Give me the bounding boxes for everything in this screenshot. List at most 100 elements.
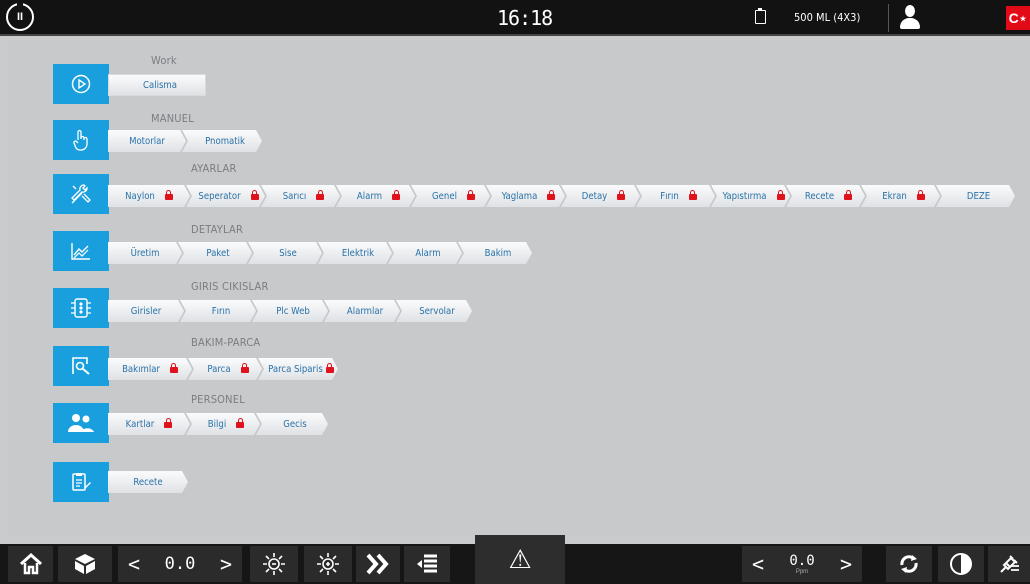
item-label: Fırın — [660, 190, 679, 202]
ayarlar-items: Naylon Seperator Sarıcı Alarm Genel Yagl… — [108, 185, 1011, 207]
item-plc-web[interactable]: Plc Web — [252, 300, 328, 322]
lock-icon — [777, 194, 785, 200]
item-yaglama[interactable]: Yaglama — [486, 185, 565, 207]
top-bar: II 16:18 500 ML (4X3) C⋆ — [0, 0, 1030, 36]
light-increase-icon[interactable] — [304, 546, 352, 582]
item-naylon[interactable]: Naylon — [108, 185, 190, 207]
contrast-icon[interactable] — [938, 546, 984, 582]
item-label: Plc Web — [276, 305, 310, 317]
hand-pointer-icon[interactable] — [53, 120, 109, 160]
item-label: Yapıstırma — [722, 190, 767, 202]
item-uretim[interactable]: Üretim — [108, 242, 182, 264]
section-title-manuel: MANUEL — [151, 112, 194, 125]
item-genel[interactable]: Genel — [411, 185, 490, 207]
item-paket[interactable]: Paket — [178, 242, 252, 264]
item-label: Alarm — [415, 247, 441, 259]
light-decrease-icon[interactable] — [250, 546, 298, 582]
item-motorlar[interactable]: Motorlar — [108, 130, 186, 152]
item-label: DEZE — [966, 190, 991, 202]
speed-control-right: < 0.0 Ppm > — [742, 546, 862, 582]
item-recete-main[interactable]: Recete — [108, 471, 188, 493]
item-label: Fırın — [211, 305, 231, 317]
magnify-doc-icon[interactable] — [53, 346, 109, 386]
item-bakimlar[interactable]: Bakımlar — [108, 358, 192, 380]
speed-value-left: 0.0 — [164, 554, 196, 574]
item-label: Sise — [279, 247, 297, 259]
item-firin-io[interactable]: Fırın — [180, 300, 256, 322]
item-alarm[interactable]: Alarm — [336, 185, 415, 207]
restart-icon[interactable]: II — [6, 0, 34, 31]
item-deze[interactable]: DEZE — [936, 185, 1015, 207]
menu-collapse-icon[interactable] — [404, 546, 450, 582]
section-title-personel: PERSONEL — [191, 393, 245, 406]
detaylar-items: Üretim Paket Sise Elektrik Alarm Bakim — [108, 242, 528, 264]
item-gecis[interactable]: Gecis — [256, 413, 328, 435]
divider — [888, 4, 889, 32]
item-label: Ekran — [882, 190, 907, 202]
recipe-icon[interactable] — [53, 462, 109, 502]
item-label: Bakımlar — [122, 363, 160, 375]
manuel-items: Motorlar Pnomatik — [108, 130, 258, 152]
item-label: Motorlar — [129, 135, 165, 147]
alarm-warning-icon[interactable]: ⚠ — [475, 535, 565, 584]
item-label: Seperator — [198, 190, 241, 202]
lock-icon — [164, 422, 172, 428]
item-bakim[interactable]: Bakim — [458, 242, 532, 264]
item-servolar[interactable]: Servolar — [396, 300, 472, 322]
lock-icon — [844, 194, 852, 200]
fast-forward-icon[interactable] — [356, 546, 400, 582]
item-alarm-detail[interactable]: Alarm — [388, 242, 462, 264]
item-seperator[interactable]: Seperator — [186, 185, 265, 207]
speed-value-right: 0.0 — [789, 553, 815, 569]
item-label: Girisler — [130, 305, 162, 317]
item-pnomatik[interactable]: Pnomatik — [182, 130, 262, 152]
item-firin[interactable]: Fırın — [636, 185, 715, 207]
play-icon[interactable] — [53, 64, 109, 104]
item-label: Pnomatik — [205, 135, 245, 147]
product-info: 500 ML (4X3) — [794, 11, 861, 24]
item-sise[interactable]: Sise — [248, 242, 322, 264]
section-title-ayarlar: AYARLAR — [191, 162, 237, 175]
chart-icon[interactable] — [53, 231, 109, 271]
users-icon[interactable] — [53, 403, 109, 443]
lock-icon — [170, 367, 178, 373]
box-icon[interactable] — [58, 546, 112, 582]
item-label: Alarmlar — [346, 305, 384, 317]
home-icon[interactable] — [8, 546, 53, 582]
item-label: Detay — [581, 190, 608, 202]
io-module-icon[interactable] — [53, 288, 109, 328]
item-alarmlar[interactable]: Alarmlar — [324, 300, 400, 322]
item-label: Bilgi — [207, 418, 227, 430]
item-yapistirma[interactable]: Yapıstırma — [711, 185, 790, 207]
increase-arrow-icon[interactable]: > — [220, 552, 232, 576]
speed-unit: Ppm — [795, 569, 809, 575]
item-elektrik[interactable]: Elektrik — [318, 242, 392, 264]
item-parca[interactable]: Parca — [188, 358, 262, 380]
turkish-flag-icon[interactable]: C⋆ — [1006, 6, 1030, 30]
item-detay[interactable]: Detay — [561, 185, 640, 207]
giris-cikislar-items: Girisler Fırın Plc Web Alarmlar Servolar — [108, 300, 468, 322]
item-kartlar[interactable]: Kartlar — [108, 413, 190, 435]
item-sarici[interactable]: Sarıcı — [261, 185, 340, 207]
decrease-arrow-icon[interactable]: < — [752, 552, 764, 576]
item-label: Recete — [804, 190, 835, 202]
item-label: Yaglama — [501, 190, 538, 202]
plug-icon[interactable] — [988, 546, 1030, 582]
personel-items: Kartlar Bilgi Gecis — [108, 413, 324, 435]
item-label: Kartlar — [125, 418, 155, 430]
refresh-icon[interactable] — [886, 546, 932, 582]
item-label: Elektrik — [341, 247, 375, 259]
lock-icon — [165, 194, 173, 200]
increase-arrow-icon[interactable]: > — [840, 552, 852, 576]
item-bilgi[interactable]: Bilgi — [186, 413, 260, 435]
item-parca-siparis[interactable]: Parca Siparis — [258, 358, 338, 380]
item-ekran[interactable]: Ekran — [861, 185, 940, 207]
speed-readout: 0.0 Ppm — [789, 553, 814, 575]
item-recete[interactable]: Recete — [786, 185, 865, 207]
decrease-arrow-icon[interactable]: < — [128, 552, 140, 576]
user-icon[interactable] — [899, 5, 921, 31]
tools-icon[interactable] — [53, 174, 109, 214]
item-calisma[interactable]: Calisma — [108, 74, 206, 96]
main-menu-panel: Work Calisma MANUEL Motorlar Pnomatik AY… — [8, 40, 1030, 536]
item-girisler[interactable]: Girisler — [108, 300, 184, 322]
